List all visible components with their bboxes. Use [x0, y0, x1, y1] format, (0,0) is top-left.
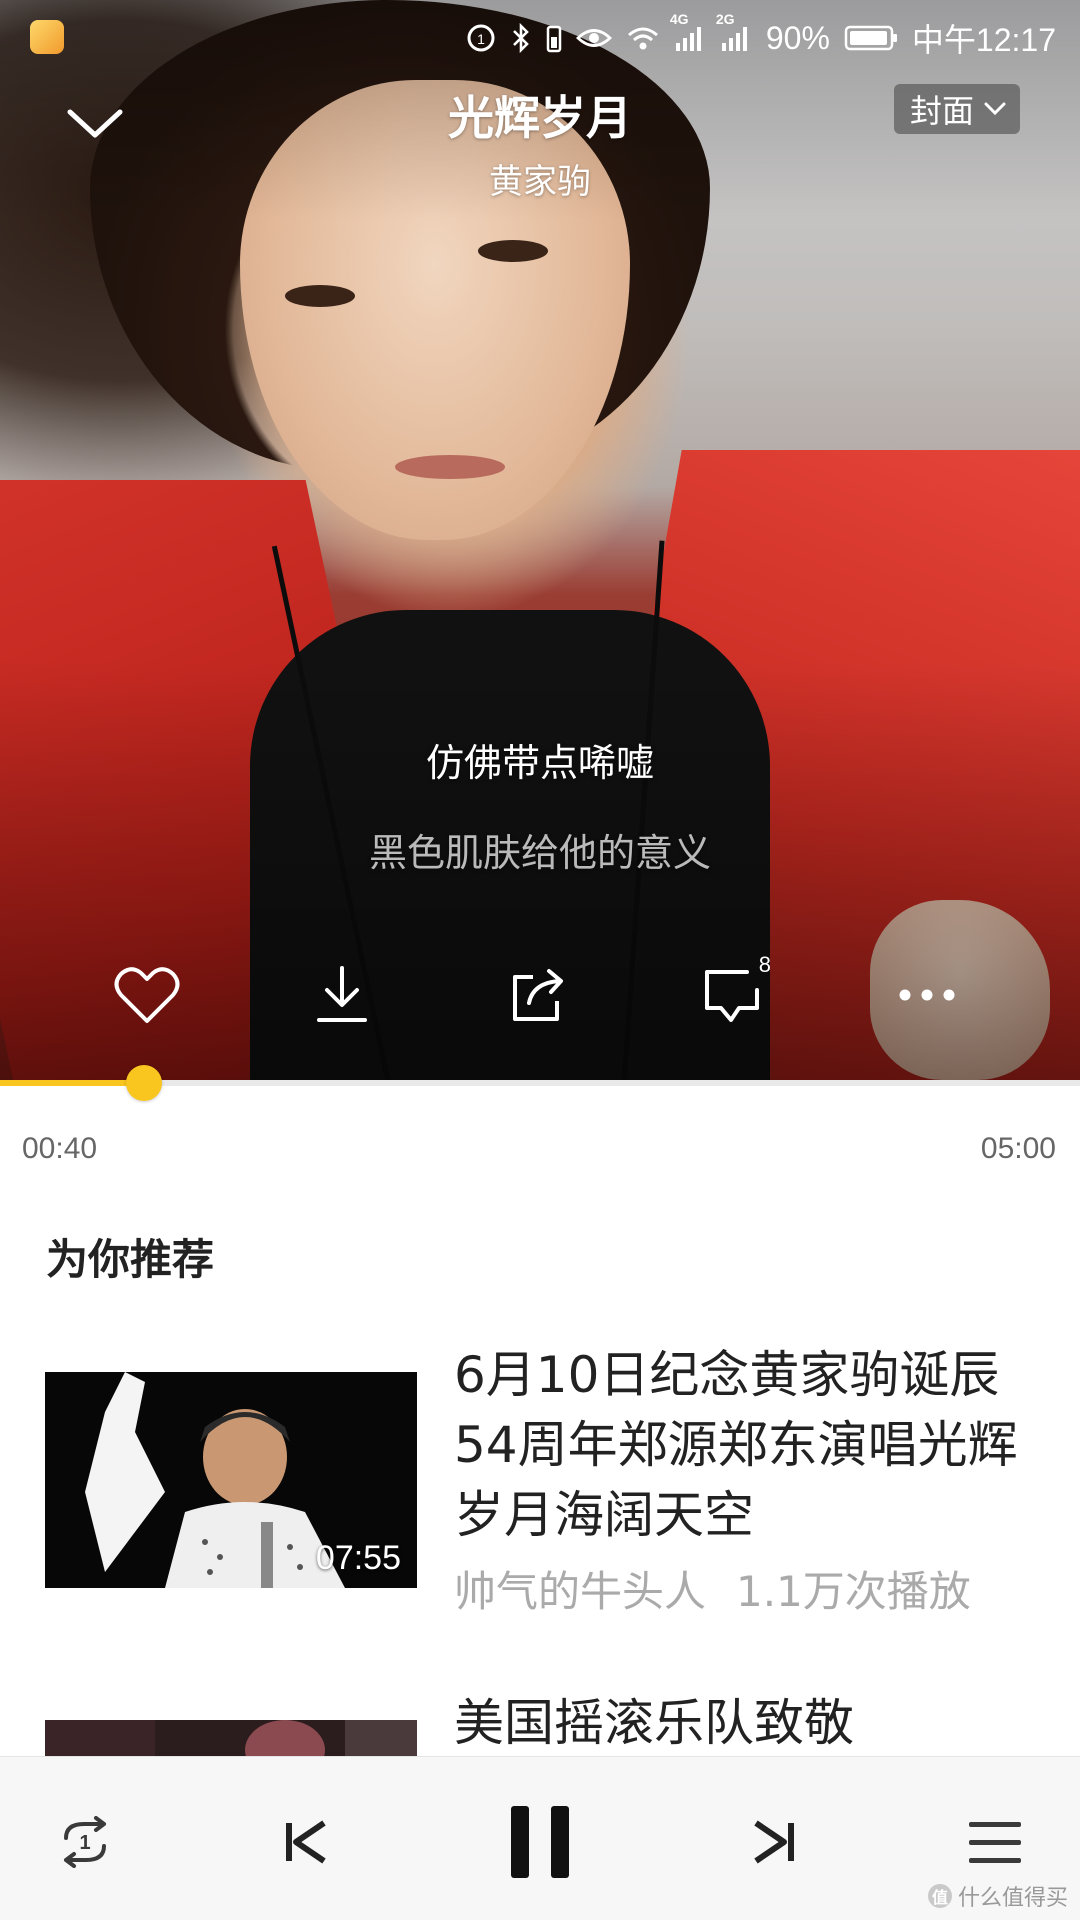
chevron-down-icon: [984, 102, 1006, 116]
comment-count: 8: [758, 952, 771, 977]
playlist-icon: [969, 1822, 1021, 1863]
like-button[interactable]: [102, 950, 192, 1040]
repeat-one-icon: 1: [64, 1816, 106, 1868]
player-header: 光辉岁月 黄家驹 封面: [0, 76, 1080, 206]
video-meta: 帅气的牛头人 1.1万次播放: [454, 1558, 1054, 1619]
progress-knob[interactable]: [125, 1065, 162, 1101]
elapsed-time: 00:40: [22, 1132, 98, 1165]
video-title[interactable]: 6月10日纪念黄家驹诞辰54周年郑源郑东演唱光辉岁月海阔天空: [454, 1340, 1034, 1550]
app-notification-icon: [30, 20, 64, 54]
comment-icon: [705, 970, 759, 1022]
share-button[interactable]: [492, 950, 582, 1040]
share-icon: [513, 969, 563, 1021]
cover-art-eye: [478, 240, 548, 262]
wifi-icon: [626, 24, 660, 52]
artist-name[interactable]: 黄家驹: [0, 154, 1080, 203]
comment-button[interactable]: 8: [687, 950, 777, 1040]
cover-toggle-label: 封面: [909, 92, 974, 130]
svg-text:1: 1: [477, 31, 485, 47]
video-thumbnail[interactable]: 07:55: [45, 1372, 417, 1588]
battery-icon: [844, 24, 898, 52]
watermark-logo-icon: 值: [927, 1884, 952, 1908]
playback-controls: 1 值 什么值得买: [0, 1756, 1080, 1920]
video-author: 帅气的牛头人: [454, 1567, 707, 1616]
battery-percent: 90%: [765, 19, 830, 56]
progress-bar[interactable]: [0, 1065, 1080, 1101]
current-lyric-line[interactable]: 仿佛带点唏嘘: [0, 732, 1080, 787]
bluetooth-icon: [510, 22, 532, 54]
previous-icon: [286, 1820, 326, 1864]
signal-2g-icon: 2G: [716, 11, 752, 53]
signal-4g-icon: 4G: [670, 11, 706, 53]
clock: 中午12:17: [911, 22, 1056, 58]
repeat-mode-button[interactable]: 1: [30, 1787, 140, 1897]
video-play-count: 1.1万次播放: [736, 1567, 971, 1616]
next-icon: [754, 1820, 794, 1864]
cover-art-mouth: [395, 455, 505, 479]
next-button[interactable]: [720, 1787, 830, 1897]
video-duration: 07:55: [315, 1539, 401, 1577]
site-watermark: 值 什么值得买: [927, 1880, 1068, 1912]
status-bar: 1 4G 2G 90% 中午12:17: [0, 0, 1080, 76]
watermark-text: 什么值得买: [957, 1886, 1068, 1911]
cover-art-eye: [285, 285, 355, 307]
song-actions: 8: [0, 950, 1080, 1040]
heart-icon: [114, 967, 180, 1023]
progress-fill: [0, 1080, 144, 1086]
more-button[interactable]: [882, 950, 972, 1040]
pause-button[interactable]: [485, 1787, 595, 1897]
network-4g-label: 4G: [669, 11, 689, 27]
cover-lyrics-toggle[interactable]: 封面: [893, 84, 1020, 134]
battery-saver-icon: [546, 23, 562, 53]
next-lyric-line[interactable]: 黑色肌肤给他的意义: [0, 822, 1080, 877]
eye-comfort-icon: [575, 25, 612, 51]
pause-icon: [511, 1806, 569, 1878]
volte-icon: 1: [466, 23, 496, 53]
previous-button[interactable]: [250, 1787, 360, 1897]
svg-text:1: 1: [79, 1832, 90, 1854]
more-icon: [899, 989, 955, 1001]
total-time: 05:00: [980, 1132, 1056, 1165]
download-button[interactable]: [297, 950, 387, 1040]
video-title[interactable]: 美国摇滚乐队致敬: [454, 1688, 1034, 1758]
recommend-section-title: 为你推荐: [46, 1235, 215, 1284]
download-icon: [317, 966, 367, 1022]
network-2g-label: 2G: [715, 11, 735, 27]
